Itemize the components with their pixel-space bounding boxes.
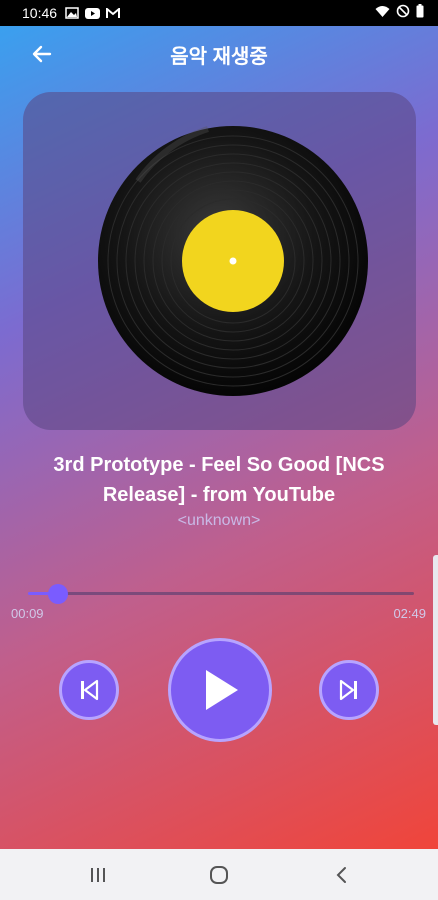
battery-icon xyxy=(416,4,424,18)
back-icon[interactable] xyxy=(328,861,356,889)
total-time: 02:49 xyxy=(393,606,426,621)
play-icon xyxy=(206,670,238,710)
wifi-icon xyxy=(375,5,390,17)
recents-icon[interactable] xyxy=(84,861,112,889)
page-title: 음악 재생중 xyxy=(170,46,268,68)
skip-next-icon xyxy=(339,679,357,701)
seek-bar-thumb[interactable] xyxy=(47,584,68,604)
edge-panel-handle[interactable] xyxy=(433,555,438,725)
home-icon[interactable] xyxy=(205,861,233,889)
track-title: 3rd Prototype - Feel So Good [NCS Releas… xyxy=(53,454,385,506)
notification-icons xyxy=(65,7,121,19)
vinyl-record-icon xyxy=(98,126,368,396)
previous-button[interactable] xyxy=(59,660,119,720)
gmail-icon xyxy=(106,7,121,18)
current-time: 00:09 xyxy=(11,606,44,621)
screen: 10:46 음악 재생중 3rd Prototype - Feel So Goo… xyxy=(0,0,438,900)
top-app-bar: 음악 재생중 xyxy=(0,26,438,82)
status-time: 10:46 xyxy=(22,5,58,21)
player-screen: 음악 재생중 3rd Prototype - Feel So Good [NCS… xyxy=(0,26,438,849)
navigation-bar xyxy=(0,849,438,900)
do-not-disturb-icon xyxy=(396,4,410,18)
youtube-icon xyxy=(85,7,101,19)
gallery-icon xyxy=(65,7,79,19)
play-button[interactable] xyxy=(168,638,272,742)
status-bar: 10:46 xyxy=(0,0,438,26)
system-icons xyxy=(375,4,424,18)
skip-previous-icon xyxy=(81,679,99,701)
next-button[interactable] xyxy=(319,660,379,720)
seek-bar-track[interactable] xyxy=(38,592,414,595)
track-artist: <unknown> xyxy=(177,512,261,529)
